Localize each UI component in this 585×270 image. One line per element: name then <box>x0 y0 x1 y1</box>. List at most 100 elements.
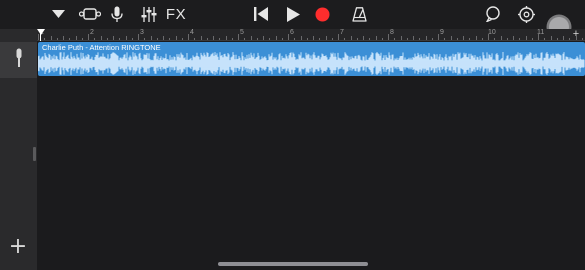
ruler-tick <box>556 38 558 40</box>
ruler-bar-number: 6 <box>290 29 294 36</box>
ruler-tick <box>469 38 471 40</box>
ruler-tick <box>106 38 108 40</box>
play-icon[interactable] <box>285 6 301 22</box>
ruler-tick <box>156 38 158 40</box>
playhead-line <box>40 33 41 41</box>
ruler-tick <box>394 38 396 40</box>
ruler-tick <box>563 36 564 40</box>
track-headers-column: + <box>0 29 37 270</box>
ruler-bar-number: 5 <box>240 29 244 36</box>
ruler-tick <box>550 36 552 40</box>
ruler-tick <box>494 38 496 40</box>
ruler-tick <box>456 38 458 40</box>
tracks-area[interactable]: Charlie Puth - Attention RINGTONE <box>37 41 585 270</box>
ruler-tick <box>188 34 189 40</box>
audio-waveform <box>38 52 585 75</box>
home-indicator[interactable] <box>218 262 368 266</box>
ruler-bar-number: 7 <box>340 29 344 36</box>
fx-label: FX <box>165 5 187 23</box>
ruler-tick <box>381 38 383 40</box>
ruler-tick <box>238 34 239 40</box>
ruler-tick <box>388 34 389 40</box>
ruler-tick <box>538 34 539 40</box>
ruler-tick <box>244 38 246 40</box>
ruler-tick <box>175 36 177 40</box>
settings-gear-icon[interactable] <box>517 5 535 23</box>
ruler-tick <box>450 36 452 40</box>
ruler-tick <box>300 36 302 40</box>
ruler-tick <box>169 38 171 40</box>
ruler-tick <box>163 36 164 40</box>
ruler-tick <box>275 36 277 40</box>
ruler-tick <box>306 38 308 40</box>
ruler-tick <box>263 36 264 40</box>
ruler-tick <box>269 38 271 40</box>
ruler-bar-number: 2 <box>90 29 94 36</box>
ruler-tick <box>150 36 152 40</box>
ruler-tick <box>419 38 421 40</box>
track-header-audio[interactable] <box>0 42 37 78</box>
ruler-tick <box>213 36 214 40</box>
fx-button[interactable]: FX <box>165 5 187 23</box>
ruler-tick <box>119 38 121 40</box>
ruler-tick <box>413 36 414 40</box>
ruler-tick <box>544 38 546 40</box>
ruler-tick <box>406 38 408 40</box>
ruler-tick <box>75 36 77 40</box>
smart-controls-icon[interactable] <box>79 6 101 22</box>
loop-browser-icon[interactable] <box>484 5 502 23</box>
ruler-tick <box>144 38 146 40</box>
ruler-tick <box>438 34 439 40</box>
ruler-tick <box>100 36 102 40</box>
ruler-tick <box>231 38 233 40</box>
ruler-tick <box>313 36 314 40</box>
ruler-tick <box>281 38 283 40</box>
timeline-ruler[interactable]: 1 2 3 4 5 6 7 8 9 10 11 <box>37 29 585 41</box>
ruler-tick <box>531 38 533 40</box>
ruler-tick <box>481 38 483 40</box>
ruler-tick <box>125 36 127 40</box>
ruler-tick <box>350 36 352 40</box>
ruler-tick <box>131 38 133 40</box>
ruler-tick <box>463 36 464 40</box>
ruler-tick <box>525 36 527 40</box>
garageband-tracks-view: FX + 1 2 3 4 5 6 7 8 9 10 11 + Charlie P… <box>0 0 585 270</box>
dropdown-triangle-icon[interactable] <box>50 7 66 21</box>
ruler-tick <box>513 36 514 40</box>
record-icon[interactable] <box>314 6 330 22</box>
mixer-sliders-icon[interactable] <box>140 6 158 22</box>
add-track-button[interactable]: + <box>9 236 27 258</box>
ruler-tick <box>400 36 402 40</box>
ruler-tick <box>194 38 196 40</box>
ruler-tick <box>488 34 489 40</box>
ruler-tick <box>500 36 502 40</box>
add-section-button[interactable]: + <box>571 28 581 40</box>
ruler-tick <box>356 38 358 40</box>
ruler-tick <box>200 36 202 40</box>
ruler-bar-number: 4 <box>190 29 194 36</box>
top-toolbar: FX <box>0 0 585 40</box>
ruler-tick <box>581 38 583 40</box>
ruler-tick <box>206 38 208 40</box>
ruler-tick <box>344 38 346 40</box>
ruler-bar-number: 8 <box>390 29 394 36</box>
ruler-bar-number: 10 <box>488 29 496 36</box>
ruler-tick <box>338 34 339 40</box>
ruler-tick <box>519 38 521 40</box>
ruler-tick <box>325 36 327 40</box>
ruler-tick <box>219 38 221 40</box>
ruler-tick <box>294 38 296 40</box>
audio-region[interactable]: Charlie Puth - Attention RINGTONE <box>38 42 585 76</box>
ruler-tick <box>331 38 333 40</box>
track-resize-handle[interactable] <box>33 147 36 161</box>
metronome-icon[interactable] <box>351 5 367 23</box>
microphone-icon[interactable] <box>109 5 125 23</box>
ruler-tick <box>319 38 321 40</box>
ruler-tick <box>56 38 58 40</box>
go-to-beginning-icon[interactable] <box>253 6 269 22</box>
ruler-tick <box>363 36 364 40</box>
ruler-tick <box>475 36 477 40</box>
playhead-handle[interactable] <box>37 29 45 35</box>
ruler-tick <box>375 36 377 40</box>
ruler-tick <box>113 36 114 40</box>
